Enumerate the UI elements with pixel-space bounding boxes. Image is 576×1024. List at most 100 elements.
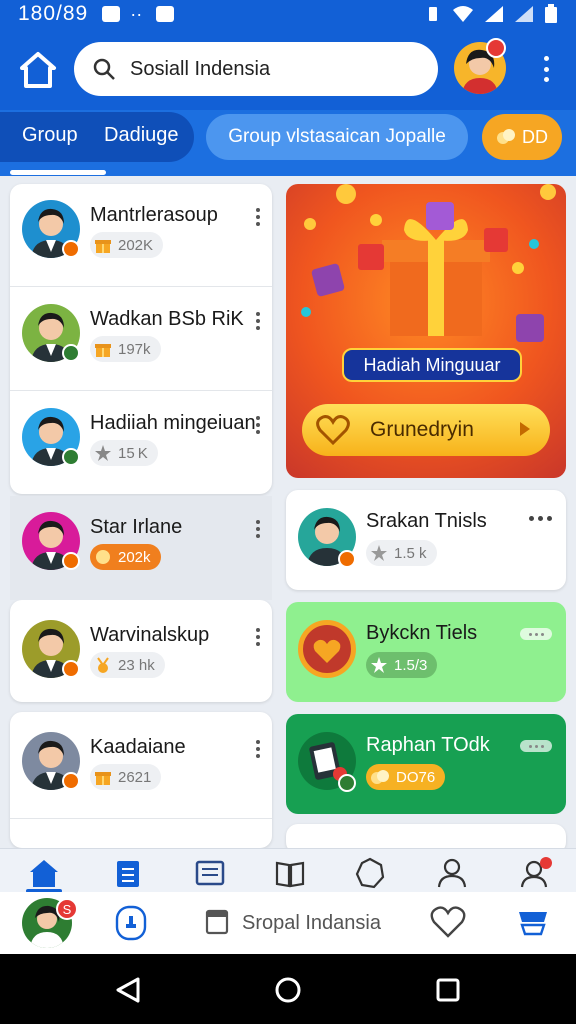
stat-pill: 197k <box>90 336 161 362</box>
group-name: Bykckn Tiels <box>366 622 478 644</box>
stat-pill: 1.5/3 <box>366 652 438 678</box>
book-icon[interactable] <box>274 857 306 889</box>
row-menu-icon[interactable] <box>256 740 262 758</box>
app-header: Sosiall Indensia <box>0 28 576 110</box>
recents-icon[interactable] <box>436 978 460 1002</box>
document-icon <box>205 909 229 935</box>
tab-group[interactable]: Group <box>22 124 78 147</box>
settings-icon[interactable] <box>354 857 386 889</box>
group-card[interactable]: Bykckn Tiels 1.5/3 <box>286 602 566 702</box>
promo-cta-label: Grunedryin <box>370 418 474 441</box>
active-tab-indicator <box>10 170 106 175</box>
stat-pill: 202K <box>90 232 164 258</box>
group-card[interactable]: Raphan TOdk DO76 <box>286 714 566 814</box>
contact-name: Wadkan BSb RiK <box>90 308 244 330</box>
stat-value: 1.5/3 <box>394 656 428 674</box>
contact-row[interactable]: Star Irlane 202k <box>10 496 272 600</box>
chevron-right-icon <box>520 422 530 436</box>
promo-cta-button[interactable]: Grunedryin <box>302 404 550 456</box>
status-badge <box>338 550 356 568</box>
notification-badge <box>486 38 506 58</box>
row-menu-icon[interactable] <box>256 416 262 434</box>
signal-icon <box>485 6 503 22</box>
status-time: 180/89 <box>18 2 89 25</box>
more-icon[interactable] <box>520 628 552 640</box>
bottom-navigation <box>0 848 576 893</box>
avatar-badge: S <box>56 898 78 920</box>
search-text: Sosiall Indensia <box>130 57 271 80</box>
row-menu-icon[interactable] <box>256 520 262 538</box>
star-icon <box>370 544 388 562</box>
home-icon[interactable] <box>28 857 60 889</box>
row-menu-icon[interactable] <box>256 628 262 646</box>
signal-icon-2 <box>515 6 533 22</box>
contact-row[interactable]: Wadkan BSb RiK 197k <box>10 288 272 392</box>
contact-name: Warvinalskup <box>90 624 210 646</box>
contact-row[interactable]: Kaadaiane 2621 <box>10 716 272 820</box>
stat-value: 202k <box>118 548 151 566</box>
contact-row[interactable]: Hadiiah mingeiuan 15 K <box>10 392 272 496</box>
stat-pill: DO76 <box>366 764 446 790</box>
group-name: Raphan TOdk <box>366 734 490 756</box>
wifi-icon <box>453 6 473 22</box>
stat-value: 202K <box>118 236 154 254</box>
status-badge <box>62 344 80 362</box>
contact-row[interactable]: Mantrlerasoup 202K <box>10 184 272 288</box>
more-options-icon[interactable] <box>536 54 556 84</box>
search-icon <box>93 58 115 80</box>
home-circle-icon[interactable] <box>274 976 302 1004</box>
document-icon[interactable] <box>194 857 226 889</box>
row-menu-icon[interactable] <box>256 208 262 226</box>
tab-dadiuge[interactable]: Dadiuge <box>104 124 179 147</box>
camera-icon[interactable] <box>114 904 148 942</box>
dd-label: DD <box>522 126 548 147</box>
status-badge <box>62 660 80 678</box>
search-input[interactable]: Sosiall Indensia <box>74 42 438 96</box>
star-icon <box>370 656 388 674</box>
dd-chip[interactable]: DD <box>482 114 562 160</box>
heart-outline-icon[interactable] <box>430 906 466 938</box>
stat-value: DO76 <box>396 768 436 786</box>
group-filter-chip[interactable]: Group vlstasaican Jopalle <box>206 114 468 160</box>
stat-pill: 2621 <box>90 764 162 790</box>
star-icon <box>94 444 112 462</box>
gift-icon <box>94 768 112 786</box>
profile-icon[interactable] <box>436 857 468 889</box>
contact-name: Star Irlane <box>90 516 183 538</box>
status-badge <box>62 552 80 570</box>
status-bar: 180/89 ·· <box>0 0 576 28</box>
account-alert-icon[interactable] <box>520 857 552 889</box>
home-icon[interactable] <box>18 50 58 90</box>
battery-icon <box>545 4 557 23</box>
stat-pill: 1.5 k <box>366 540 437 566</box>
more-notifications-icon: ·· <box>130 4 143 24</box>
weekly-gift-banner[interactable]: Hadiah Minguuar Grunedryin <box>286 184 566 478</box>
contact-row[interactable]: Warvinalskup 23 hk <box>10 604 272 708</box>
bottom-dock: S Sropal Indansia <box>0 892 576 954</box>
coins-icon <box>497 129 515 144</box>
dock-label: Sropal Indansia <box>242 912 381 934</box>
heart-icon <box>316 415 350 445</box>
group-chip-label: Group vlstasaican Jopalle <box>228 126 446 147</box>
layers-icon[interactable] <box>516 906 550 940</box>
notification-icon <box>102 6 121 22</box>
stat-value: 2621 <box>118 768 152 786</box>
status-badge <box>62 240 80 258</box>
stat-value: 1.5 k <box>394 544 427 562</box>
status-badge <box>62 448 80 466</box>
stat-value: 23 hk <box>118 656 155 674</box>
promo-title: Hadiah Minguuar <box>342 348 522 382</box>
back-icon[interactable] <box>114 976 142 1004</box>
status-badge <box>62 772 80 790</box>
contact-name: Kaadaiane <box>90 736 186 758</box>
more-icon[interactable] <box>529 516 552 521</box>
group-name: Srakan Tnisls <box>366 510 487 532</box>
stat-pill: 202k <box>90 544 161 570</box>
row-menu-icon[interactable] <box>256 312 262 330</box>
more-icon[interactable] <box>520 740 552 752</box>
group-card[interactable]: Srakan Tnisls 1.5 k <box>286 490 566 590</box>
clipboard-icon[interactable] <box>112 857 144 889</box>
status-badge <box>338 774 356 792</box>
coin-icon <box>94 548 112 566</box>
calendar-icon <box>156 6 175 22</box>
